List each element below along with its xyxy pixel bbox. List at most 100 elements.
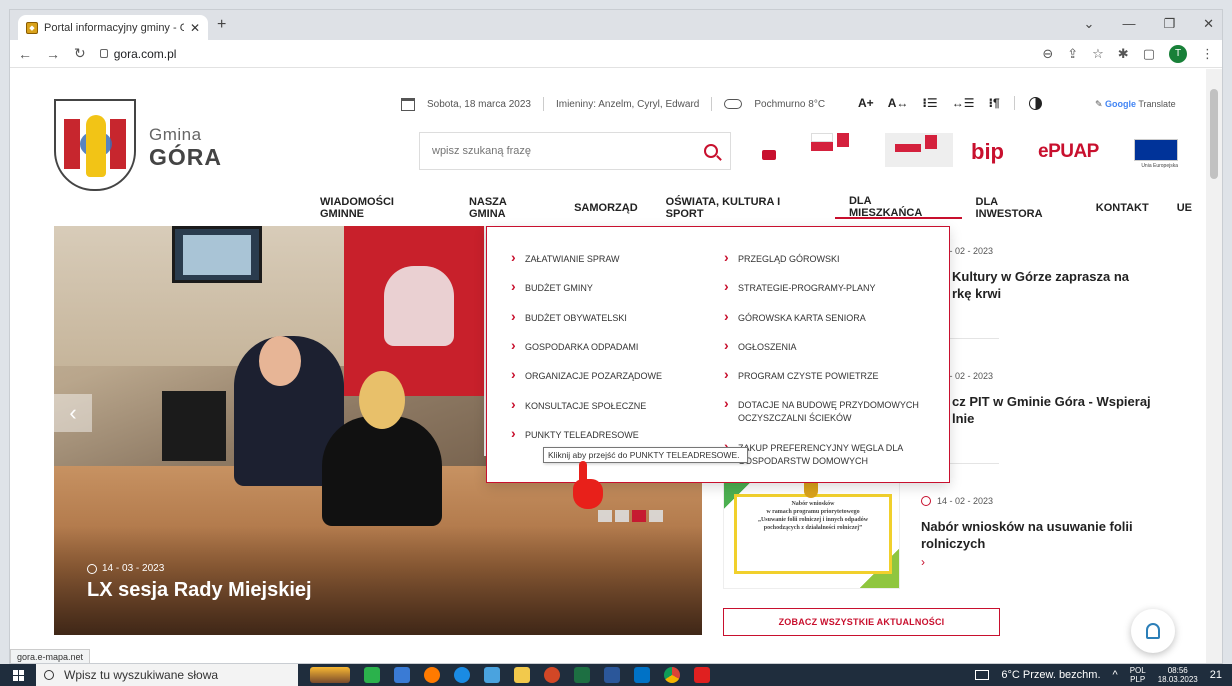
bookmark-star-icon[interactable]: ☆ bbox=[1092, 46, 1104, 62]
bip-logo[interactable]: bip bbox=[971, 139, 1004, 165]
edge-icon[interactable] bbox=[454, 667, 470, 683]
slider-dot[interactable] bbox=[649, 510, 663, 522]
tab-close-icon[interactable]: ✕ bbox=[190, 21, 200, 35]
brand-gora[interactable]: GÓRA bbox=[149, 144, 222, 171]
menu-item-zakup-wegla[interactable]: ZAKUP PREFERENCYJNY WĘGLA DLA GOSPODARST… bbox=[724, 440, 924, 468]
menu-item-ogloszenia[interactable]: OGŁOSZENIA bbox=[724, 339, 797, 354]
search-icon[interactable] bbox=[704, 144, 718, 158]
side-panel-icon[interactable]: ▢ bbox=[1143, 46, 1155, 62]
tray-weather[interactable]: 6°C Przew. bezchm. bbox=[1001, 669, 1100, 681]
nav-oswiata[interactable]: OŚWIATA, KULTURA I SPORT bbox=[652, 196, 835, 220]
news-title-3[interactable]: Nabór wniosków na usuwanie folii rolniczy… bbox=[921, 518, 1161, 552]
outlook-icon[interactable] bbox=[634, 667, 650, 683]
menu-item-konsultacje[interactable]: KONSULTACJE SPOŁECZNE bbox=[511, 398, 646, 413]
menu-item-dotacje-oczyszczalnie[interactable]: DOTACJE NA BUDOWĘ PRZYDOMOWYCH OCZYSZCZA… bbox=[724, 397, 924, 425]
slide-date: 14 - 03 - 2023 bbox=[87, 563, 164, 574]
epuap-logo[interactable]: ePUAP bbox=[1038, 141, 1099, 163]
nav-wiadomosci[interactable]: WIADOMOŚCI GMINNE bbox=[306, 196, 455, 220]
google-translate[interactable]: ✎ Google Translate bbox=[1095, 99, 1176, 110]
menu-item-budzet-gminy[interactable]: BUDŻET GMINY bbox=[511, 280, 593, 295]
slider-prev-button[interactable]: ‹ bbox=[54, 394, 92, 432]
news-arrow-icon[interactable]: › bbox=[921, 555, 925, 569]
nav-nasza-gmina[interactable]: NASZA GMINA bbox=[455, 196, 560, 220]
back-icon[interactable]: ← bbox=[18, 46, 32, 62]
menu-item-karta-seniora[interactable]: GÓROWSKA KARTA SENIORA bbox=[724, 310, 866, 325]
page-viewport: Gmina GÓRA Sobota, 18 marca 2023 Imienin… bbox=[10, 69, 1206, 663]
menu-kebab-icon[interactable]: ⋮ bbox=[1201, 46, 1214, 62]
cloud-icon bbox=[724, 99, 743, 109]
slide-title[interactable]: LX sesja Rady Miejskiej bbox=[87, 579, 312, 602]
news-title-2[interactable]: cz PIT w Gminie Góra - Wspieraj lnie bbox=[952, 393, 1162, 427]
nav-samorzad[interactable]: SAMORZĄD bbox=[560, 197, 652, 219]
taskbar-search[interactable]: Wpisz tu wyszukiwane słowa bbox=[36, 664, 298, 686]
start-button[interactable] bbox=[0, 664, 36, 686]
profile-avatar[interactable]: T bbox=[1169, 44, 1187, 63]
browser-tab[interactable]: ◆ Portal informacyjny gminy - Gmi ✕ bbox=[18, 15, 208, 40]
app-icon[interactable] bbox=[364, 667, 380, 683]
paragraph-button[interactable]: ⁝¶ bbox=[988, 96, 999, 110]
notification-center-icon[interactable]: 21 bbox=[1210, 669, 1222, 681]
all-news-button[interactable]: ZOBACZ WSZYSTKIE AKTUALNOŚCI bbox=[723, 608, 1000, 636]
menu-item-czyste-powietrze[interactable]: PROGRAM CZYSTE POWIETRZE bbox=[724, 368, 879, 383]
firefox-icon[interactable] bbox=[424, 667, 440, 683]
nav-kontakt[interactable]: KONTAKT bbox=[1082, 197, 1163, 219]
minimize-button[interactable]: — bbox=[1122, 16, 1135, 32]
slider-dot-active[interactable] bbox=[632, 510, 646, 522]
translate-brand: Google bbox=[1105, 99, 1137, 109]
nav-dla-inwestora[interactable]: DLA INWESTORA bbox=[962, 196, 1082, 220]
tray-clock[interactable]: 08:56 18.03.2023 bbox=[1158, 666, 1198, 684]
chrome-icon[interactable] bbox=[664, 667, 680, 683]
close-window-button[interactable]: ✕ bbox=[1203, 16, 1214, 32]
powerpoint-icon[interactable] bbox=[544, 667, 560, 683]
weather-widget-icon[interactable] bbox=[975, 670, 990, 680]
page-scrollbar[interactable] bbox=[1206, 69, 1222, 663]
nav-dla-mieszkanca[interactable]: DLA MIESZKAŃCA bbox=[834, 195, 962, 219]
line-height-button[interactable]: ⁝☰ bbox=[922, 96, 937, 110]
menu-item-strategie[interactable]: STRATEGIE-PROGRAMY-PLANY bbox=[724, 280, 876, 295]
menu-item-gospodarka-odpadami[interactable]: GOSPODARKA ODPADAMI bbox=[511, 339, 638, 354]
extensions-icon[interactable]: ✱ bbox=[1118, 46, 1129, 62]
tray-language[interactable]: POL PLP bbox=[1130, 666, 1146, 684]
menu-item-przeglad-gorowski[interactable]: PRZEGLĄD GÓROWSKI bbox=[724, 251, 840, 266]
news-widget-icon[interactable] bbox=[310, 667, 350, 683]
slider-dot[interactable] bbox=[615, 510, 629, 522]
app-icon[interactable] bbox=[394, 667, 410, 683]
poland-flag-logo-2[interactable] bbox=[885, 133, 953, 167]
url-field[interactable]: gora.com.pl bbox=[99, 47, 1029, 61]
search-icon bbox=[44, 670, 54, 680]
news-date-3: 14 - 02 - 2023 bbox=[921, 496, 993, 506]
file-explorer-icon[interactable] bbox=[514, 667, 530, 683]
coat-of-arms-logo[interactable] bbox=[54, 99, 136, 191]
zoom-icon[interactable]: ⊖ bbox=[1042, 46, 1053, 62]
excel-icon[interactable] bbox=[574, 667, 590, 683]
menu-item-organizacje[interactable]: ORGANIZACJE POZARZĄDOWE bbox=[511, 368, 662, 383]
tab-search-icon[interactable]: ⌄ bbox=[1084, 16, 1095, 32]
contrast-icon[interactable] bbox=[1028, 96, 1042, 110]
notification-bell-button[interactable] bbox=[1131, 609, 1175, 653]
poland-flag-logo-1[interactable] bbox=[811, 133, 863, 165]
site-search bbox=[419, 132, 731, 170]
reload-icon[interactable]: ↻ bbox=[74, 45, 86, 62]
maximize-button[interactable]: ❐ bbox=[1163, 16, 1175, 32]
new-tab-button[interactable]: + bbox=[217, 16, 226, 34]
app-icon[interactable] bbox=[484, 667, 500, 683]
font-increase-button[interactable]: A+ bbox=[858, 96, 874, 110]
forward-icon[interactable]: → bbox=[46, 46, 60, 62]
eu-logo[interactable]: Unia Europejska bbox=[1134, 139, 1178, 169]
youtube-icon[interactable] bbox=[762, 150, 776, 160]
tray-chevron-icon[interactable]: ^ bbox=[1113, 669, 1118, 681]
font-spacing-button[interactable]: A↔ bbox=[888, 96, 909, 110]
acrobat-icon[interactable] bbox=[694, 667, 710, 683]
news-thumbnail[interactable]: Nabór wniosków w ramach programu prioryte… bbox=[723, 479, 900, 589]
share-icon[interactable]: ⇪ bbox=[1067, 46, 1078, 62]
menu-item-punkty-teleadresowe[interactable]: PUNKTY TELEADRESOWE bbox=[511, 427, 639, 442]
nav-ue[interactable]: UE bbox=[1163, 197, 1206, 219]
windows-logo-icon bbox=[12, 669, 24, 681]
news-title-1[interactable]: Kultury w Górze zaprasza na rkę krwi bbox=[952, 268, 1152, 302]
menu-item-zalatwianie-spraw[interactable]: ZAŁATWIANIE SPRAW bbox=[511, 251, 620, 266]
search-input[interactable] bbox=[432, 145, 704, 157]
menu-item-budzet-obywatelski[interactable]: BUDŻET OBYWATELSKI bbox=[511, 310, 627, 325]
letter-spacing-button[interactable]: ↔☰ bbox=[952, 96, 975, 110]
brand-gmina[interactable]: Gmina bbox=[149, 125, 202, 145]
word-icon[interactable] bbox=[604, 667, 620, 683]
